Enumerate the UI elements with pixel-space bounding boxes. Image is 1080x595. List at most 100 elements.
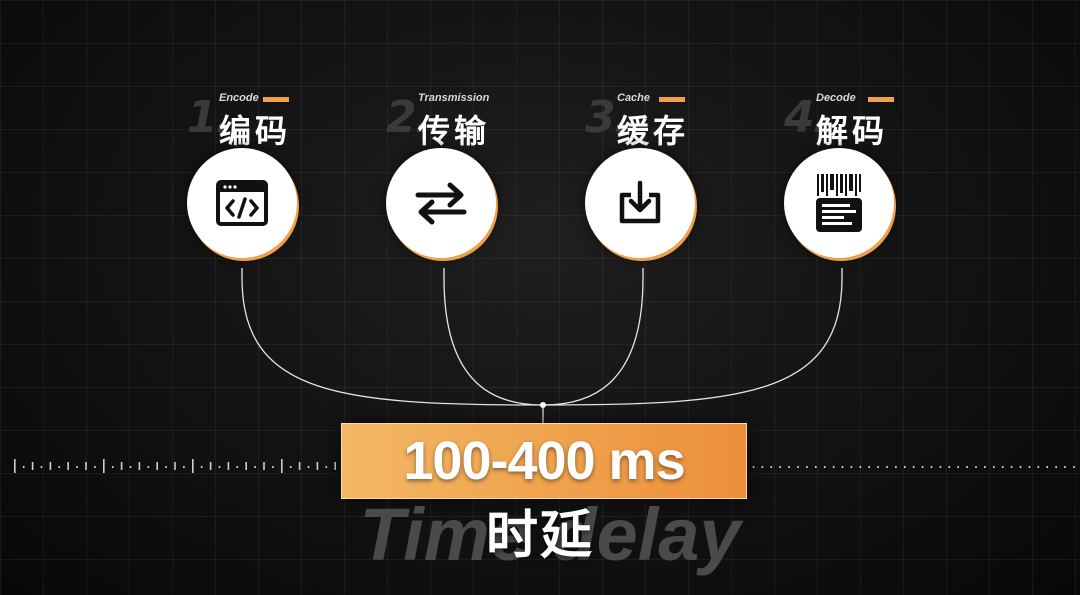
step-decode: 4. Decode 解码 (784, 88, 944, 268)
timeline-tick (236, 466, 239, 468)
timeline-tick (103, 459, 105, 473)
timeline-tick (111, 466, 114, 468)
step-icon-circle (187, 148, 297, 258)
timeline-tick (200, 466, 203, 468)
timeline-tick (948, 466, 951, 468)
timeline-tick (289, 466, 292, 468)
timeline-tick (1001, 466, 1004, 468)
timeline-tick (1064, 466, 1066, 468)
timeline-tick (192, 459, 194, 473)
latency-value: 100-400 ms (403, 431, 685, 491)
timeline-tick (984, 466, 986, 468)
timeline-tick (1055, 466, 1057, 468)
timeline-tick (1037, 466, 1040, 468)
timeline-tick (761, 466, 764, 468)
timeline-tick (156, 462, 158, 470)
timeline-tick (174, 462, 176, 470)
timeline-tick (788, 466, 790, 468)
timeline-tick (129, 466, 132, 468)
timeline-tick (823, 466, 826, 468)
timeline-tick (886, 466, 888, 468)
timeline-tick (877, 466, 879, 468)
connector-line-3 (542, 268, 644, 406)
timeline-tick (904, 466, 906, 468)
timeline-tick (147, 466, 150, 468)
connector-line-2 (443, 268, 544, 406)
latency-result-box: 100-400 ms (341, 423, 747, 499)
timeline-tick (1010, 466, 1013, 468)
step-label-zh: 解码 (816, 112, 889, 150)
timeline-tick (245, 462, 247, 470)
step-label-en: Transmission (418, 92, 490, 104)
step-label-zh: 缓存 (617, 112, 690, 150)
step-label-en: Cache (617, 92, 651, 104)
timeline-tick (1028, 466, 1031, 468)
timeline-tick (779, 466, 781, 468)
timeline-tick (120, 462, 123, 470)
timeline-tick (40, 466, 43, 468)
timeline-tick (22, 466, 25, 468)
decode-document-icon (816, 174, 862, 232)
step-icon-circle (585, 148, 695, 258)
timeline-tick (14, 459, 16, 473)
timeline-tick (815, 466, 817, 468)
caption-zh: 时延 (485, 506, 594, 566)
step-label-zh: 传输 (418, 112, 491, 150)
timeline-tick (939, 466, 942, 468)
timeline-tick (209, 462, 212, 470)
connector-junction (540, 402, 546, 408)
timeline-tick (850, 466, 853, 468)
timeline-tick (94, 466, 96, 468)
timeline-tick (183, 466, 185, 468)
step-transmission: 2. Transmission 传输 (386, 88, 546, 268)
timeline-tick (1046, 466, 1048, 468)
timeline-tick (859, 466, 862, 468)
step-cache: 3. Cache 缓存 (585, 88, 745, 268)
timeline-tick (930, 466, 933, 468)
timeline-tick (281, 459, 283, 473)
timeline-tick (966, 466, 968, 468)
accent-bar (659, 97, 685, 102)
step-label-en: Encode (219, 92, 259, 104)
timeline-tick (254, 466, 256, 468)
timeline-tick (334, 462, 336, 470)
timeline-tick (1073, 466, 1075, 468)
timeline-tick (307, 466, 310, 468)
step-label-en: Decode (816, 92, 856, 104)
timeline-tick (957, 466, 959, 468)
timeline-tick (227, 462, 230, 470)
timeline-tick (921, 466, 924, 468)
timeline-tick (797, 466, 799, 468)
timeline-tick (138, 462, 141, 470)
timeline-tick (272, 466, 274, 468)
timeline-tick (165, 466, 167, 468)
step-icon-circle (784, 148, 894, 258)
transfer-arrows-icon (415, 182, 467, 225)
timeline-tick (298, 462, 301, 470)
timeline-tick (841, 466, 844, 468)
accent-bar (263, 97, 289, 102)
timeline-tick (975, 466, 977, 468)
download-tray-icon (619, 180, 661, 224)
timeline-tick (31, 462, 34, 470)
timeline-tick (993, 466, 995, 468)
accent-bar (868, 97, 894, 102)
timeline-tick (895, 466, 897, 468)
timeline-tick (58, 466, 61, 468)
step-label-zh: 编码 (219, 112, 292, 150)
step-icon-circle (386, 148, 496, 258)
connector-line-1 (241, 268, 544, 406)
timeline-tick (67, 462, 69, 470)
step-encode: 1. Encode 编码 (187, 88, 347, 268)
timeline-tick (1019, 466, 1022, 468)
timeline-tick (912, 466, 915, 468)
timeline-tick (325, 466, 328, 468)
timeline-tick (49, 462, 52, 470)
timeline-tick (868, 466, 870, 468)
timeline-tick (770, 466, 773, 468)
connector-line-4 (542, 268, 843, 406)
timeline-tick (85, 462, 87, 470)
timeline-tick (316, 462, 319, 470)
timeline-tick (752, 466, 755, 468)
timeline-tick (218, 466, 221, 468)
